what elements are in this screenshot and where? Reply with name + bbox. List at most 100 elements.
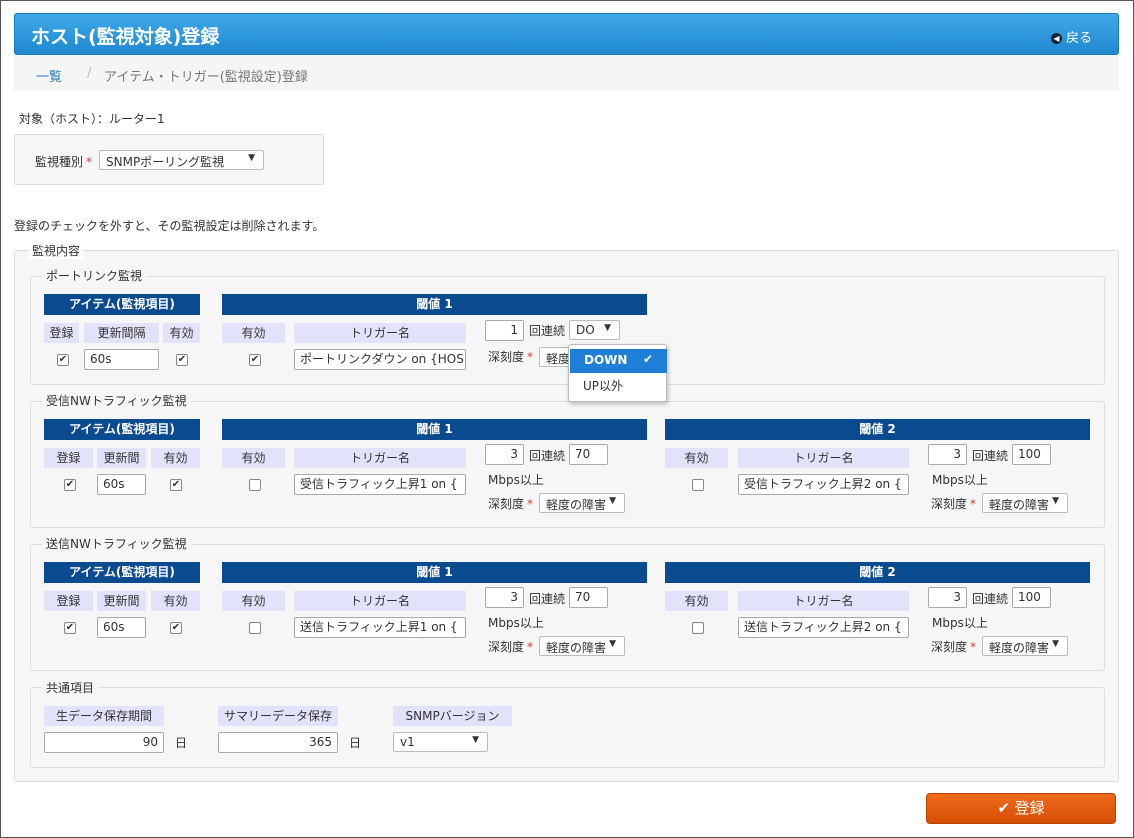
tx-t2-severity-select[interactable]: 軽度の障害 ▼ (982, 636, 1068, 656)
rx-enabled-label: 有効 (151, 448, 200, 468)
dropdown-option-not-up[interactable]: UP以外 (583, 377, 623, 394)
rx-t1-severity-select[interactable]: 軽度の障害 ▼ (539, 493, 625, 513)
checkmark-icon: ✔ (642, 352, 653, 366)
severity-label-text: 深刻度 (488, 497, 525, 511)
page-title: ホスト(監視対象)登録 (31, 26, 220, 48)
tx-item-header: アイテム(監視項目) (44, 562, 200, 583)
tx-interval-input[interactable]: 60s (97, 617, 146, 638)
summary-day-unit: 日 (349, 736, 362, 750)
chevron-down-icon: ▼ (609, 496, 616, 506)
tx-register-checkbox[interactable]: ✔ (64, 622, 76, 634)
t1-trigger-input[interactable]: ポートリンクダウン on {HOS (294, 349, 466, 370)
register-submit-button[interactable]: ✔ 登録 (926, 793, 1116, 824)
raw-retention-input[interactable]: 90 (44, 732, 164, 753)
t1-enabled-label: 有効 (222, 323, 285, 343)
required-mark: * (970, 497, 977, 511)
port-link-legend: ポートリンク監視 (42, 267, 147, 284)
tx-t1-trigger-input[interactable]: 送信トラフィック上昇1 on { (294, 617, 466, 638)
tx-t2-severity-label: 深刻度 * (931, 638, 976, 655)
rx-t2-times-label: 回連続 (972, 449, 1009, 463)
common-section (30, 687, 1105, 768)
tx-t2-value-input[interactable]: 100 (1012, 587, 1051, 608)
tx-t1-trigger-name-label: トリガー名 (294, 591, 466, 611)
tx-threshold1-header: 閾値 1 (222, 562, 647, 583)
rx-t1-trigger-input[interactable]: 受信トラフィック上昇1 on { (294, 474, 466, 495)
rx-t2-severity-label: 深刻度 * (931, 495, 976, 512)
summary-retention-input[interactable]: 365 (218, 732, 338, 753)
rx-t1-value-input[interactable]: 70 (569, 444, 608, 465)
interval-input[interactable]: 60s (84, 349, 159, 370)
tx-t2-trigger-name-label: トリガー名 (738, 591, 909, 611)
rx-t1-count-input[interactable]: 3 (485, 444, 524, 465)
tx-interval-label: 更新間 (97, 591, 146, 611)
breadcrumb-separator: / (87, 66, 92, 81)
snmp-version-value: v1 (400, 735, 415, 749)
interval-label: 更新間隔 (84, 323, 159, 343)
required-mark: * (86, 155, 93, 169)
rx-t1-severity-value: 軽度の障害 (546, 498, 607, 512)
chevron-down-icon: ▼ (1052, 639, 1059, 649)
tx-t1-value-input[interactable]: 70 (569, 587, 608, 608)
rx-threshold1-header: 閾値 1 (222, 419, 647, 440)
required-mark: * (970, 640, 977, 654)
summary-retention-label: サマリーデータ保存 (218, 706, 338, 726)
threshold1-header: 閾値 1 (222, 294, 647, 315)
severity-label-text: 深刻度 (488, 640, 525, 654)
chevron-down-icon: ▼ (248, 153, 255, 163)
tx-item-enabled-checkbox[interactable]: ✔ (170, 622, 182, 634)
chevron-down-icon: ▼ (472, 735, 479, 745)
t1-state-select[interactable]: DO ▼ (569, 320, 620, 340)
monitor-type-panel: 監視種別 * SNMPポーリング監視 ▼ (14, 134, 324, 185)
snmp-version-select[interactable]: v1 ▼ (393, 732, 488, 752)
severity-label-text: 深刻度 (931, 640, 968, 654)
rx-interval-input[interactable]: 60s (97, 474, 146, 495)
rx-t1-trigger-name-label: トリガー名 (294, 448, 466, 468)
tx-t1-enabled-label: 有効 (222, 591, 285, 611)
t1-count-input[interactable]: 1 (485, 320, 524, 341)
back-button[interactable]: ◀ 戻る (1050, 27, 1092, 46)
rx-t2-trigger-input[interactable]: 受信トラフィック上昇2 on { (738, 474, 909, 495)
register-label: 登録 (44, 323, 79, 343)
tx-legend: 送信NWトラフィック監視 (42, 535, 191, 552)
delete-note: 登録のチェックを外すと、その監視設定は削除されます。 (14, 219, 325, 233)
rx-item-enabled-checkbox[interactable]: ✔ (170, 479, 182, 491)
target-host: 対象（ホスト）：ルーター1 (19, 112, 165, 126)
monitor-type-select[interactable]: SNMPポーリング監視 ▼ (99, 150, 264, 170)
t1-enabled-checkbox[interactable]: ✔ (249, 354, 261, 366)
rx-t2-mbps-label: Mbps以上 (932, 473, 988, 487)
monitor-type-label: 監視種別 * (35, 153, 92, 170)
rx-t1-times-label: 回連続 (529, 449, 566, 463)
rx-register-checkbox[interactable]: ✔ (64, 479, 76, 491)
rx-t2-severity-select[interactable]: 軽度の障害 ▼ (982, 493, 1068, 513)
breadcrumb: 一覧 / アイテム・トリガー(監視設定)登録 (14, 55, 1119, 91)
tx-t1-mbps-label: Mbps以上 (488, 616, 544, 630)
item-enabled-checkbox[interactable]: ✔ (176, 354, 188, 366)
tx-t1-severity-label: 深刻度 * (488, 638, 533, 655)
rx-t2-enabled-checkbox[interactable] (692, 479, 704, 491)
required-mark: * (527, 497, 534, 511)
tx-t2-trigger-input[interactable]: 送信トラフィック上昇2 on { (738, 617, 909, 638)
state-dropdown-menu: DOWN ✔ UP以外 (568, 344, 667, 402)
breadcrumb-list-link[interactable]: 一覧 (36, 66, 62, 85)
back-label: 戻る (1065, 31, 1092, 46)
rx-t1-enabled-checkbox[interactable] (249, 479, 261, 491)
rx-t2-severity-value: 軽度の障害 (989, 498, 1050, 512)
tx-t2-enabled-label: 有効 (665, 591, 728, 611)
common-legend: 共通項目 (42, 679, 99, 696)
tx-t1-count-input[interactable]: 3 (485, 587, 524, 608)
tx-t2-enabled-checkbox[interactable] (692, 622, 704, 634)
rx-t2-value-input[interactable]: 100 (1012, 444, 1051, 465)
monitor-content-legend: 監視内容 (28, 242, 85, 259)
rx-t2-count-input[interactable]: 3 (928, 444, 967, 465)
severity-label-text: 深刻度 (488, 350, 525, 364)
rx-t2-trigger-name-label: トリガー名 (738, 448, 909, 468)
tx-enabled-label: 有効 (151, 591, 200, 611)
tx-t1-enabled-checkbox[interactable] (249, 622, 261, 634)
tx-t2-count-input[interactable]: 3 (928, 587, 967, 608)
back-arrow-icon: ◀ (1050, 33, 1062, 44)
rx-threshold2-header: 閾値 2 (665, 419, 1090, 440)
register-checkbox[interactable]: ✔ (57, 354, 69, 366)
enabled-label: 有効 (163, 323, 200, 343)
dropdown-option-down[interactable]: DOWN ✔ (570, 349, 667, 373)
tx-t1-severity-select[interactable]: 軽度の障害 ▼ (539, 636, 625, 656)
